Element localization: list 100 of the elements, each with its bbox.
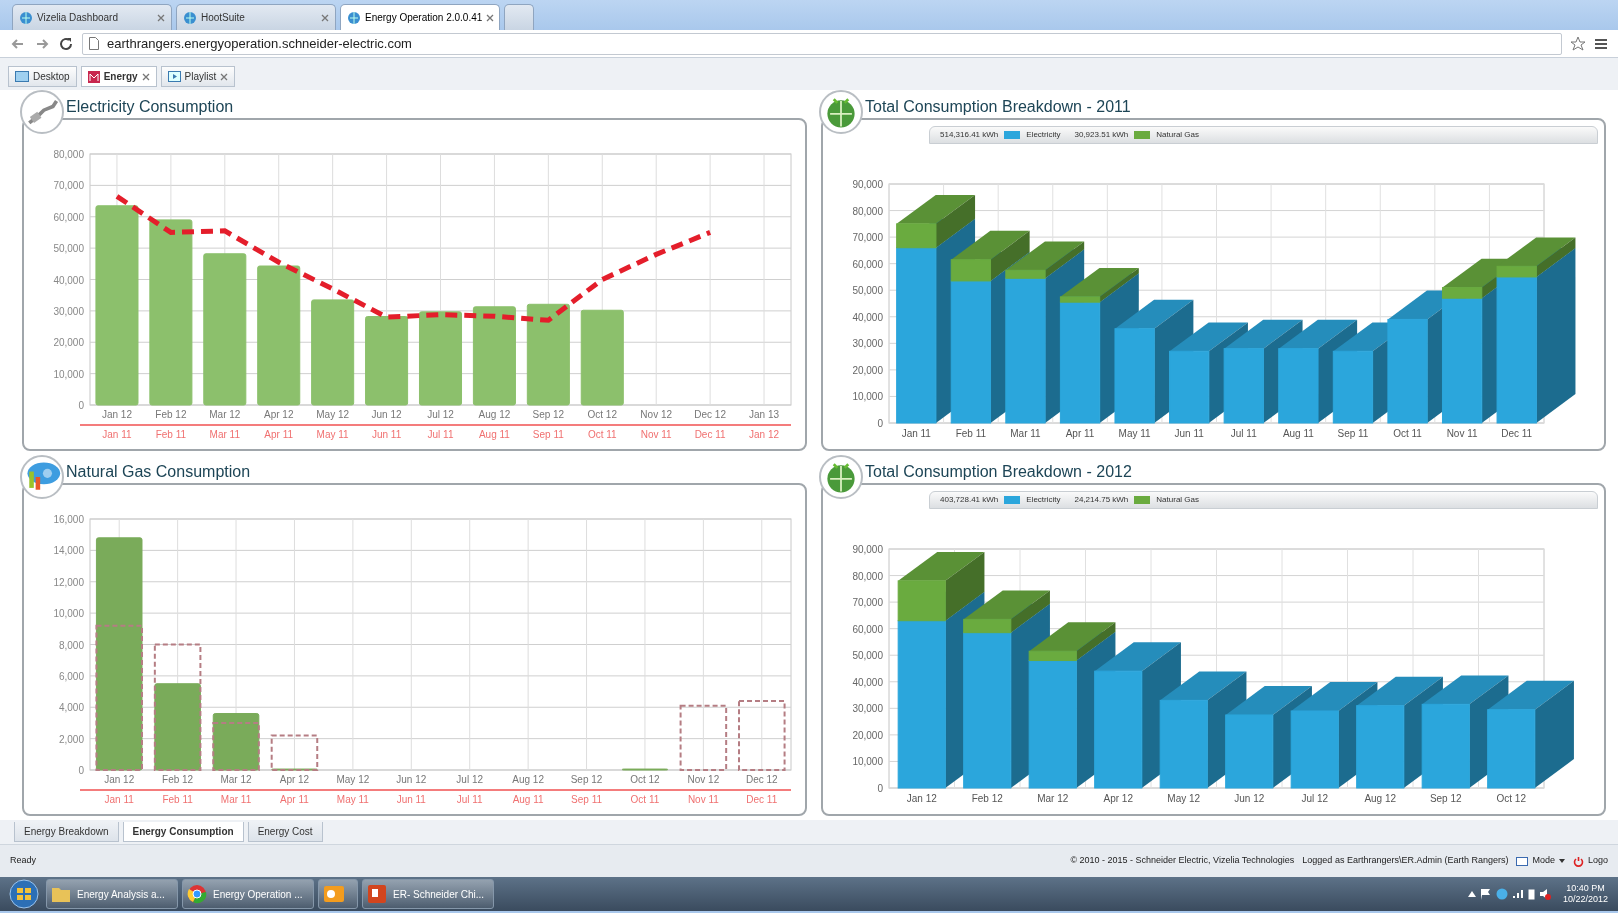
axis-label: Dec 11 xyxy=(746,794,778,805)
axis-label: Nov 11 xyxy=(640,429,672,440)
axis-label: Oct 12 xyxy=(587,409,617,420)
axis-label: Apr 12 xyxy=(279,774,310,785)
axis-label: Aug 12 xyxy=(478,409,511,420)
axis-label: 40,000 xyxy=(852,311,883,323)
legend-label: Electricity xyxy=(1026,494,1061,506)
axis-label: Sep 11 xyxy=(571,794,602,805)
copyright-text: © 2010 - 2015 - Schneider Electric, Vizelia Technologies xyxy=(1070,854,1295,868)
axis-label: Sep 12 xyxy=(1429,793,1462,804)
axis-label: Feb 12 xyxy=(162,774,194,785)
axis-label: 10,000 xyxy=(852,391,883,403)
axis-label: Sep 11 xyxy=(532,429,564,440)
axis-label: Jun 12 xyxy=(1234,793,1265,804)
axis-label: May 11 xyxy=(316,429,349,440)
axis-label: Feb 11 xyxy=(155,429,187,440)
axis-label: Jun 12 xyxy=(371,409,402,420)
axis-label: Jan 11 xyxy=(901,428,931,439)
axis-label: 50,000 xyxy=(53,243,84,255)
tab-label: HootSuite xyxy=(201,11,246,25)
axis-label: Jun 11 xyxy=(371,429,402,440)
axis-label: 40,000 xyxy=(53,274,84,286)
axis-label: 90,000 xyxy=(852,544,883,555)
axis-label: May 11 xyxy=(1118,428,1151,439)
legend-label: Natural Gas xyxy=(1156,494,1199,506)
axis-label: Jun 12 xyxy=(396,774,427,785)
axis-label: 20,000 xyxy=(852,729,883,741)
axis-label: 0 xyxy=(877,418,883,429)
axis-label: 80,000 xyxy=(53,149,84,160)
axis-label: Apr 11 xyxy=(1065,428,1095,439)
axis-label: Jul 11 xyxy=(456,794,483,805)
axis-label: Dec 11 xyxy=(694,429,726,440)
address-text: earthrangers.energyoperation.schneider-electric.com xyxy=(107,34,412,53)
axis-label: Mar 12 xyxy=(220,774,252,785)
axis-label: Aug 11 xyxy=(512,794,544,805)
axis-label: Jun 11 xyxy=(1174,428,1204,439)
axis-label: Mar 11 xyxy=(209,429,240,440)
axis-label: 2,000 xyxy=(58,733,84,745)
legend-total: 24,214.75 kWh xyxy=(1074,494,1129,506)
axis-label: Jul 11 xyxy=(427,429,454,440)
axis-label: 70,000 xyxy=(53,180,84,192)
axis-label: 10,000 xyxy=(53,368,84,380)
axis-label: Oct 11 xyxy=(587,429,617,440)
axis-label: 0 xyxy=(78,765,84,776)
axis-label: 40,000 xyxy=(852,676,883,688)
axis-label: 60,000 xyxy=(852,623,883,635)
axis-label: 4,000 xyxy=(58,702,84,714)
tab-label: Vizelia Dashboard xyxy=(37,11,119,25)
axis-label: 10,000 xyxy=(852,756,883,768)
axis-label: Sep 12 xyxy=(532,409,565,420)
legend-label: Electricity xyxy=(1026,129,1061,141)
axis-label: 8,000 xyxy=(58,639,84,651)
axis-label: Apr 11 xyxy=(264,429,294,440)
axis-label: May 12 xyxy=(336,774,370,785)
axis-label: May 12 xyxy=(1167,793,1201,804)
axis-label: 60,000 xyxy=(852,258,883,270)
axis-label: 12,000 xyxy=(53,576,84,588)
axis-label: 14,000 xyxy=(53,545,84,557)
axis-label: Oct 11 xyxy=(1393,428,1422,439)
axis-label: Mar 11 xyxy=(220,794,252,805)
axis-label: 20,000 xyxy=(852,364,883,376)
legend-label: Natural Gas xyxy=(1156,129,1199,141)
axis-label: Mar 11 xyxy=(1010,428,1041,439)
axis-label: 50,000 xyxy=(852,650,883,662)
axis-label: 0 xyxy=(877,783,883,794)
panel-title: Natural Gas Consumption xyxy=(65,462,252,482)
axis-label: 80,000 xyxy=(852,205,883,217)
axis-label: 50,000 xyxy=(852,285,883,297)
legend-total: 403,728.41 kWh xyxy=(940,494,999,506)
axis-label: 80,000 xyxy=(852,570,883,582)
axis-label: Dec 12 xyxy=(745,774,778,785)
axis-label: 0 xyxy=(78,400,84,411)
axis-label: May 11 xyxy=(336,794,369,805)
axis-label: Jan 12 xyxy=(104,774,135,785)
axis-label: Sep 12 xyxy=(570,774,603,785)
axis-label: Mar 12 xyxy=(1037,793,1069,804)
axis-label: Feb 11 xyxy=(162,794,193,805)
axis-label: Mar 12 xyxy=(209,409,241,420)
axis-label: 30,000 xyxy=(852,703,883,715)
axis-label: 10,000 xyxy=(53,608,84,620)
axis-label: Aug 11 xyxy=(478,429,510,440)
axis-label: Dec 12 xyxy=(694,409,726,420)
axis-label: Jul 11 xyxy=(1230,428,1257,439)
axis-label: Nov 12 xyxy=(640,409,673,420)
axis-label: Feb 12 xyxy=(971,793,1003,804)
legend-total: 30,923.51 kWh xyxy=(1074,129,1129,141)
axis-label: 16,000 xyxy=(53,514,84,525)
axis-label: Jul 12 xyxy=(456,774,484,785)
axis-label: Feb 12 xyxy=(155,409,187,420)
axis-label: Oct 12 xyxy=(630,774,660,785)
panel-title: Electricity Consumption xyxy=(65,97,235,117)
axis-label: May 12 xyxy=(316,409,350,420)
axis-label: Jun 11 xyxy=(396,794,426,805)
status-text: Ready xyxy=(10,854,36,868)
panel-title: Total Consumption Breakdown - 2011 xyxy=(864,97,1132,117)
axis-label: Jan 11 xyxy=(104,794,134,805)
axis-label: Dec 11 xyxy=(1501,428,1533,439)
axis-label: Jul 12 xyxy=(427,409,454,420)
axis-label: Apr 11 xyxy=(280,794,309,805)
axis-label: Nov 11 xyxy=(687,794,719,805)
